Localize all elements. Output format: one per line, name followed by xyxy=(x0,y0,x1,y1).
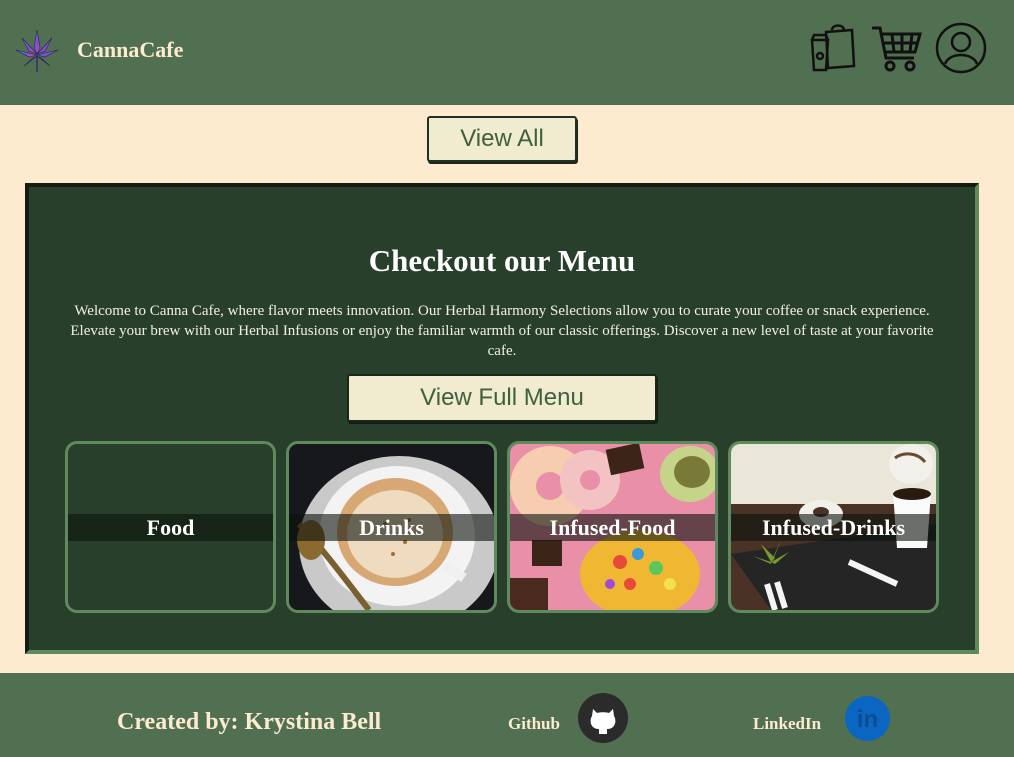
linkedin-label: LinkedIn xyxy=(753,714,822,733)
view-full-menu-button[interactable]: View Full Menu xyxy=(347,374,657,422)
menu-title: Checkout our Menu xyxy=(368,243,636,278)
card-label: Infused-Drinks xyxy=(731,514,936,541)
category-card-infused-food[interactable]: Infused-Food xyxy=(507,441,718,613)
coffee-bag-icon[interactable] xyxy=(806,22,858,74)
card-label: Infused-Food xyxy=(510,514,715,541)
shopping-cart-icon[interactable] xyxy=(870,22,922,74)
category-card-infused-drinks[interactable]: Infused-Drinks xyxy=(728,441,939,613)
card-label: Food xyxy=(68,514,273,541)
footer-credit: Created by: Krystina Bell xyxy=(117,709,382,735)
linkedin-icon-text: in xyxy=(857,706,878,733)
cannabis-leaf-icon[interactable] xyxy=(12,26,62,76)
site-header: CannaCafe xyxy=(0,0,1014,105)
category-card-drinks[interactable]: Drinks xyxy=(286,441,497,613)
linkedin-icon[interactable]: in xyxy=(845,696,890,741)
view-all-button[interactable]: View All xyxy=(427,116,577,162)
menu-description: Welcome to Canna Cafe, where flavor meet… xyxy=(70,303,934,359)
site-footer: Created by: Krystina Bell Github LinkedI… xyxy=(0,673,1014,757)
category-card-food[interactable]: Food xyxy=(65,441,276,613)
card-label: Drinks xyxy=(289,514,494,541)
github-icon[interactable] xyxy=(578,693,628,743)
account-icon[interactable] xyxy=(935,22,987,74)
brand-name[interactable]: CannaCafe xyxy=(77,37,183,63)
menu-section: Checkout our Menu Welcome to Canna Cafe,… xyxy=(25,183,979,654)
github-label: Github xyxy=(508,714,560,733)
